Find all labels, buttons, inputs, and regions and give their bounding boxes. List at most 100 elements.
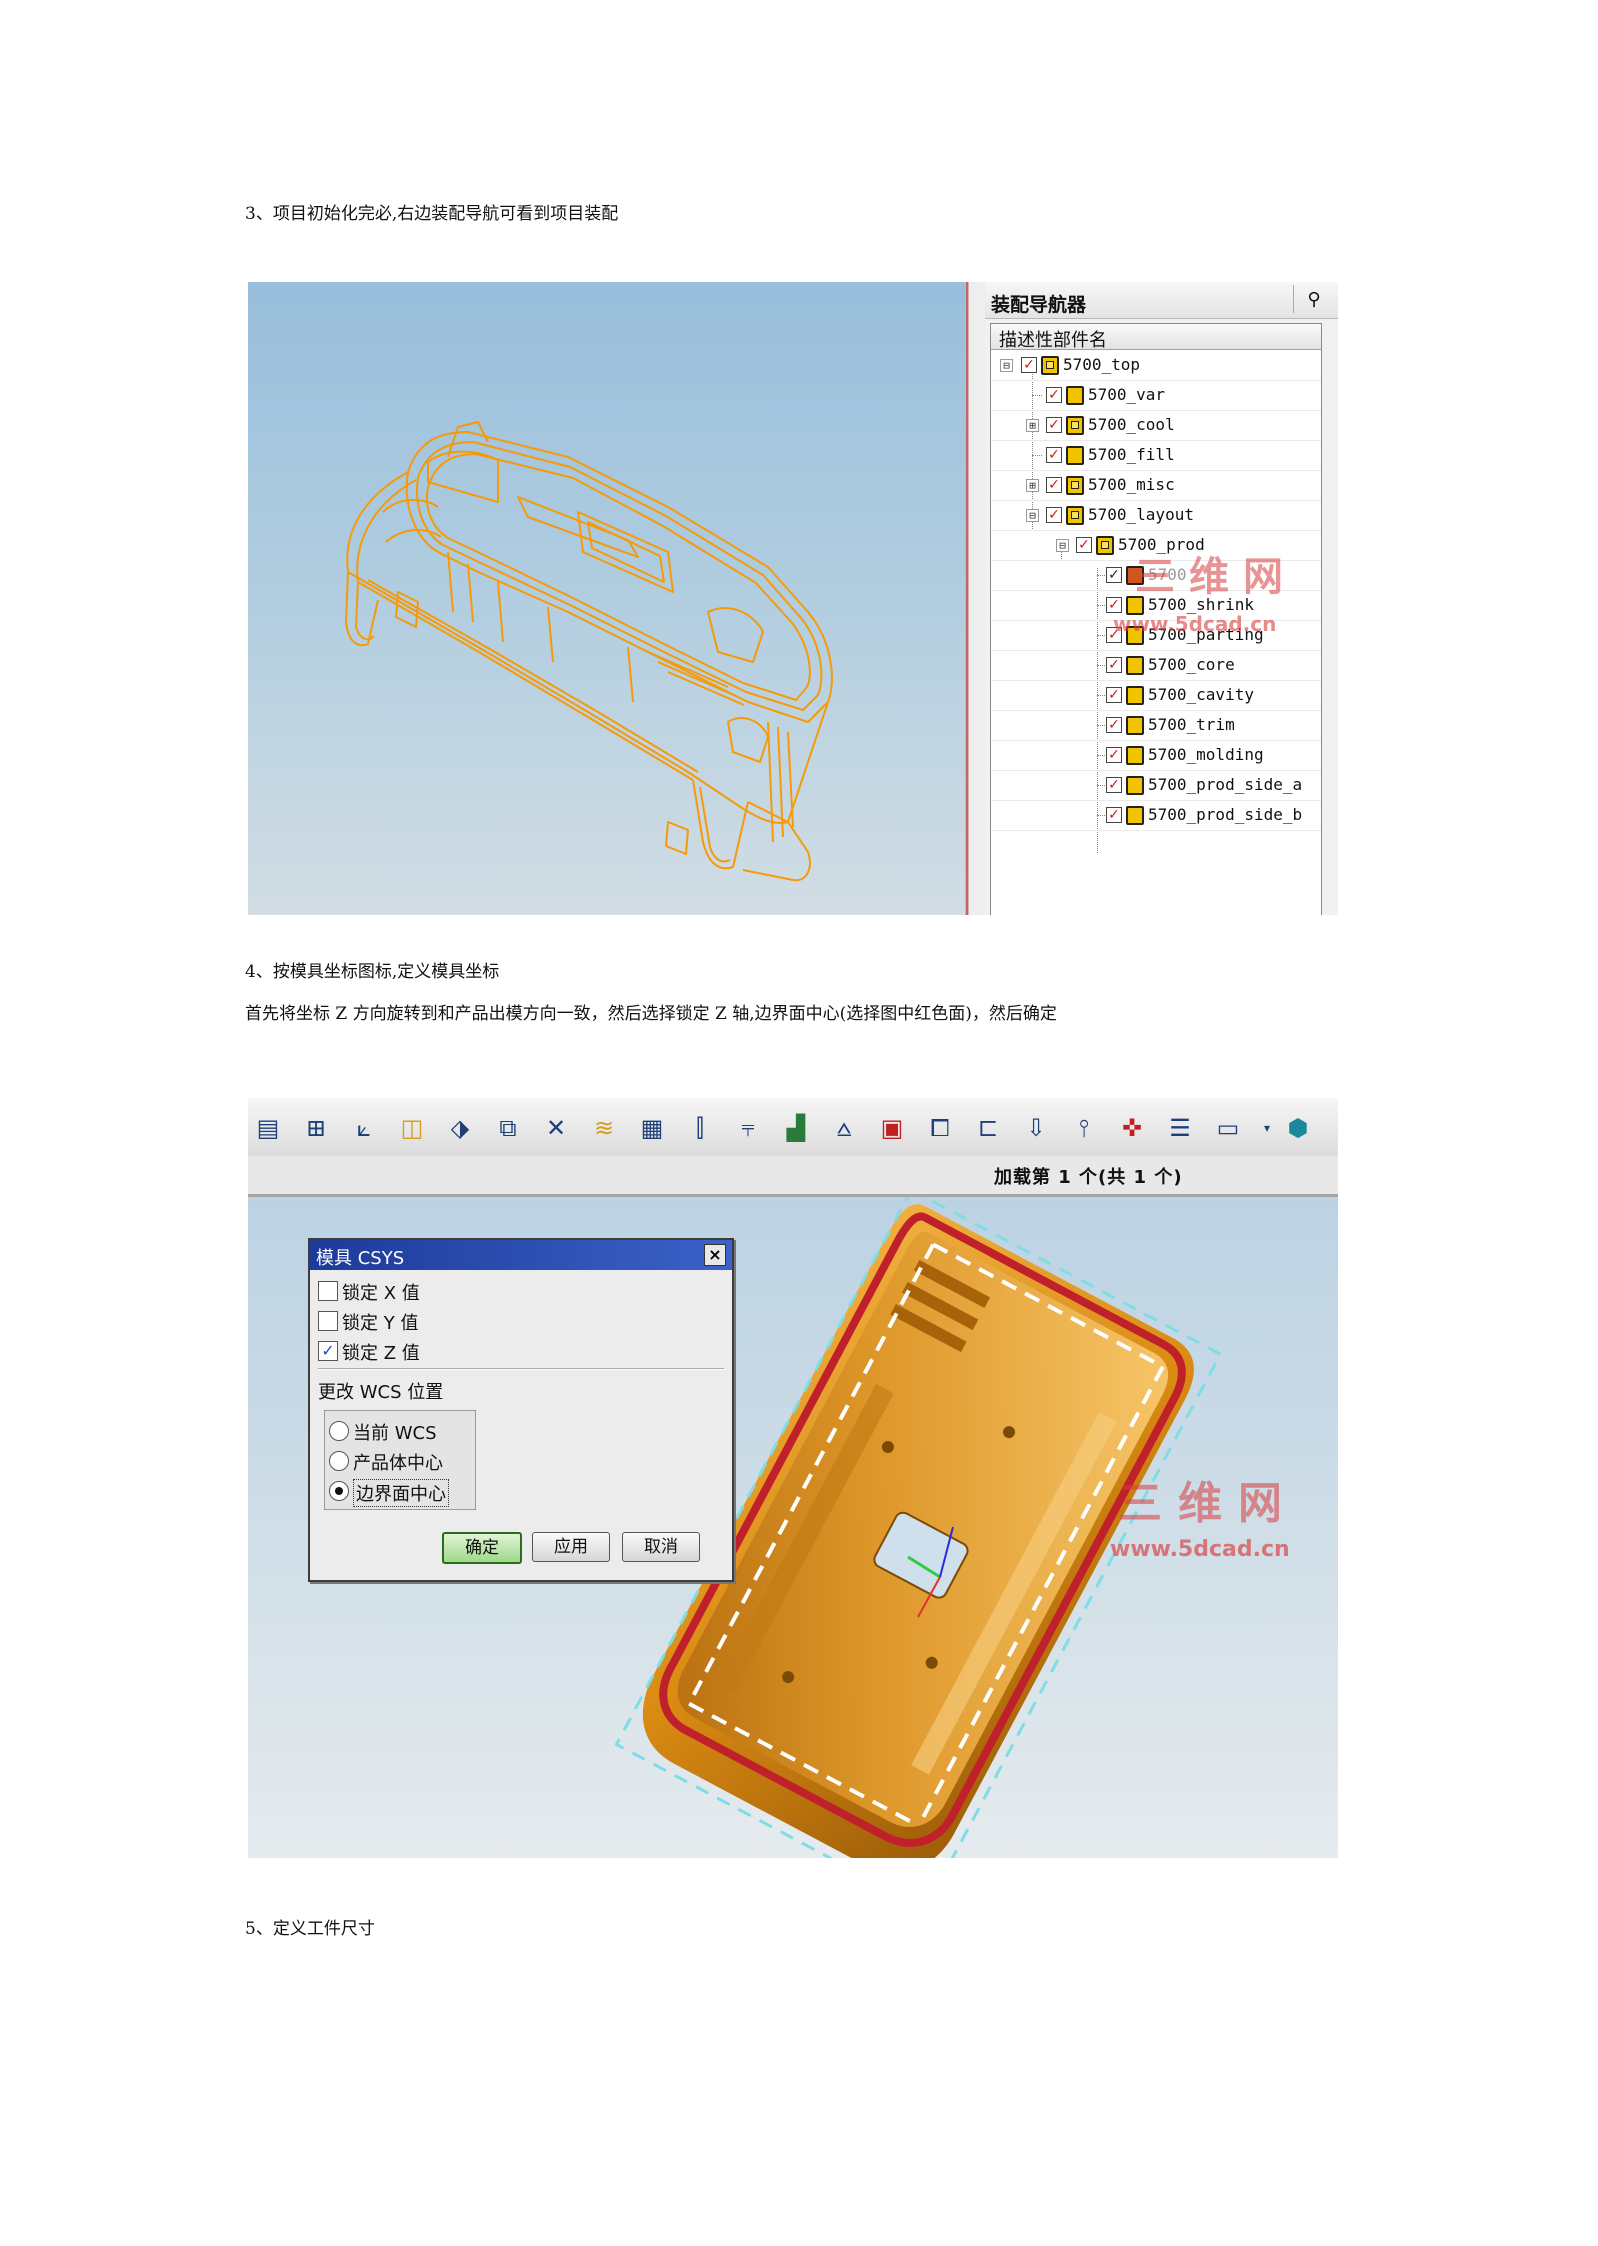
mold-csys-icon[interactable]: ⟀ (348, 1112, 380, 1144)
tree-item-label: 5700_core (1148, 655, 1235, 674)
mold-base-icon[interactable]: ⧠ (924, 1112, 956, 1144)
pin-icon[interactable]: ⚲ (1293, 285, 1334, 313)
electrode-icon[interactable]: ⩟ (828, 1112, 860, 1144)
checkbox-checked-icon[interactable]: ✓ (1106, 687, 1122, 703)
checkbox-checked-icon[interactable]: ✓ (1106, 597, 1122, 613)
tree-item-5700-shrink[interactable]: ✓ 5700_shrink (991, 590, 1321, 621)
tree-guide (1032, 455, 1042, 456)
tree-item-5700-parting[interactable]: ✓ 5700_parting (991, 620, 1321, 651)
tree-item-5700-var[interactable]: ✓ 5700_var (991, 380, 1321, 411)
checkbox-checked-icon[interactable]: ✓ (1046, 417, 1062, 433)
tree-item-5700-trim[interactable]: ✓ 5700_trim (991, 710, 1321, 741)
cooling-icon[interactable]: ▟ (780, 1112, 812, 1144)
checkbox-checked-icon[interactable]: ✓ (318, 1341, 338, 1361)
lock-z-label: 锁定 Z 值 (342, 1343, 420, 1364)
cancel-button[interactable]: 取消 (622, 1532, 700, 1562)
graphics-window[interactable] (248, 282, 965, 915)
shrinkage-icon[interactable]: ◫ (396, 1112, 428, 1144)
graphics-window[interactable]: 三维网 www.5dcad.cn 模具 CSYS × 锁定 X 值 锁定 Y 值… (248, 1187, 1338, 1858)
tree-item-5700-core[interactable]: ✓ 5700_core (991, 650, 1321, 681)
tree-item-label: 5700_layout (1088, 505, 1194, 524)
mold-tools-icon[interactable]: ✕ (540, 1112, 572, 1144)
collapse-icon[interactable]: ⊟ (1000, 359, 1013, 372)
tree-item-label: 5700_trim (1148, 715, 1235, 734)
dropdown-arrow-icon[interactable]: ▾ (1260, 1112, 1274, 1144)
runner-icon[interactable]: ≋ (588, 1112, 620, 1144)
paragraph-step-4-title: 4、按模具坐标图标,定义模具坐标 (245, 962, 500, 982)
checkbox-checked-icon[interactable]: ✓ (1106, 657, 1122, 673)
assembly-icon (1041, 356, 1059, 375)
tree-item-5700[interactable]: ✓ 5700 (991, 560, 1321, 591)
apply-button[interactable]: 应用 (532, 1532, 610, 1562)
tree-item-label: 5700_shrink (1148, 595, 1254, 614)
globe-icon[interactable]: ⬢ (1282, 1112, 1314, 1144)
tree-item-5700-prod-side-a[interactable]: ✓ 5700_prod_side_a (991, 770, 1321, 801)
checkbox-checked-icon[interactable]: ✓ (1046, 477, 1062, 493)
tree-item-label: 5700_fill (1088, 445, 1175, 464)
collapse-icon[interactable]: ⊟ (1026, 509, 1039, 522)
collapse-icon[interactable]: ⊟ (1056, 539, 1069, 552)
tree-item-5700-top[interactable]: ⊟ ✓ 5700_top (991, 350, 1321, 381)
part-icon (1126, 596, 1144, 615)
drawing-icon[interactable]: ▭ (1212, 1112, 1244, 1144)
part-icon (1126, 716, 1144, 735)
radio-label: 边界面中心 (353, 1479, 449, 1507)
pocket-icon[interactable]: ⫯ (1068, 1112, 1100, 1144)
layout-icon[interactable]: ⧉ (492, 1112, 524, 1144)
tree-item-5700-fill[interactable]: ✓ 5700_fill (991, 440, 1321, 471)
gate-icon[interactable]: ⇩ (1020, 1112, 1052, 1144)
sub-insert-icon[interactable]: ▣ (876, 1112, 908, 1144)
tree-item-5700-prod[interactable]: ⊟ ✓ 5700_prod (991, 530, 1321, 561)
checkbox-checked-icon[interactable]: ✓ (1106, 627, 1122, 643)
assembly-navigator-panel: 装配导航器 ⚲ 描述性部件名 ⊟ ✓ 5700_top ✓ 5700_var ⊞… (985, 282, 1338, 915)
checkbox-checked-icon[interactable]: ✓ (1021, 357, 1037, 373)
bill-of-materials-icon[interactable]: ☰ (1164, 1112, 1196, 1144)
checkbox-checked-icon[interactable]: ✓ (1106, 747, 1122, 763)
radio-on-icon[interactable] (329, 1481, 349, 1501)
checkbox-unchecked-icon[interactable]: ✓ (1106, 567, 1122, 583)
parting-icon[interactable]: ▦ (636, 1112, 668, 1144)
cavity-icon[interactable]: ✜ (1116, 1112, 1148, 1144)
ok-button[interactable]: 确定 (442, 1532, 522, 1564)
paragraph-step-4-body: 首先将坐标 Z 方向旋转到和产品出模方向一致，然后选择锁定 Z 轴,边界面中心(… (245, 1004, 1057, 1024)
radio-off-icon[interactable] (329, 1451, 349, 1471)
radio-off-icon[interactable] (329, 1421, 349, 1441)
ejector-icon[interactable]: ⫧ (732, 1112, 764, 1144)
mold-csys-dialog: 模具 CSYS × 锁定 X 值 锁定 Y 值 ✓ 锁定 Z 值 更改 WCS … (308, 1238, 734, 1582)
tree-item-label: 5700_prod_side_b (1148, 805, 1303, 824)
tree-item-5700-cavity[interactable]: ✓ 5700_cavity (991, 680, 1321, 711)
tree-guide (1032, 395, 1042, 396)
slider-icon[interactable]: ⫿ (684, 1112, 716, 1144)
figure-mold-csys: ▤ ⊞ ⟀ ◫ ⬗ ⧉ ✕ ≋ ▦ ⫿ ⫧ ▟ ⩟ ▣ ⧠ ⊏ ⇩ ⫯ ✜ ☰ … (248, 1098, 1338, 1858)
part-icon (1126, 566, 1144, 585)
checkbox-checked-icon[interactable]: ✓ (1106, 807, 1122, 823)
checkbox-checked-icon[interactable]: ✓ (1106, 717, 1122, 733)
checkbox-unchecked-icon[interactable] (318, 1281, 338, 1301)
tree-item-label: 5700_molding (1148, 745, 1264, 764)
assembly-grid-icon[interactable]: ⊞ (300, 1112, 332, 1144)
tree-item-5700-molding[interactable]: ✓ 5700_molding (991, 740, 1321, 771)
workpiece-icon[interactable]: ⬗ (444, 1112, 476, 1144)
expand-icon[interactable]: ⊞ (1026, 479, 1039, 492)
standard-part-icon[interactable]: ⊏ (972, 1112, 1004, 1144)
close-icon[interactable]: × (704, 1244, 726, 1266)
tree-item-5700-cool[interactable]: ⊞ ✓ 5700_cool (991, 410, 1321, 441)
checkbox-checked-icon[interactable]: ✓ (1106, 777, 1122, 793)
new-part-icon[interactable]: ▤ (252, 1112, 284, 1144)
tree-item-5700-misc[interactable]: ⊞ ✓ 5700_misc (991, 470, 1321, 501)
checkbox-checked-icon[interactable]: ✓ (1046, 387, 1062, 403)
paragraph-step-3: 3、项目初始化完必,右边装配导航可看到项目装配 (245, 204, 619, 224)
status-text: 加载第 1 个(共 1 个) (994, 1167, 1183, 1188)
dialog-title-bar[interactable]: 模具 CSYS × (310, 1240, 732, 1270)
figure-assembly-navigator: 装配导航器 ⚲ 描述性部件名 ⊟ ✓ 5700_top ✓ 5700_var ⊞… (248, 282, 1338, 915)
column-header[interactable]: 描述性部件名 (991, 324, 1321, 351)
tree-item-label: 5700_parting (1148, 625, 1264, 644)
checkbox-checked-icon[interactable]: ✓ (1076, 537, 1092, 553)
tree-item-5700-layout[interactable]: ⊟ ✓ 5700_layout (991, 500, 1321, 531)
checkbox-checked-icon[interactable]: ✓ (1046, 507, 1062, 523)
checkbox-checked-icon[interactable]: ✓ (1046, 447, 1062, 463)
checkbox-unchecked-icon[interactable] (318, 1311, 338, 1331)
tree-item-label: 5700_top (1063, 355, 1141, 374)
tree-item-5700-prod-side-b[interactable]: ✓ 5700_prod_side_b (991, 800, 1321, 831)
expand-icon[interactable]: ⊞ (1026, 419, 1039, 432)
